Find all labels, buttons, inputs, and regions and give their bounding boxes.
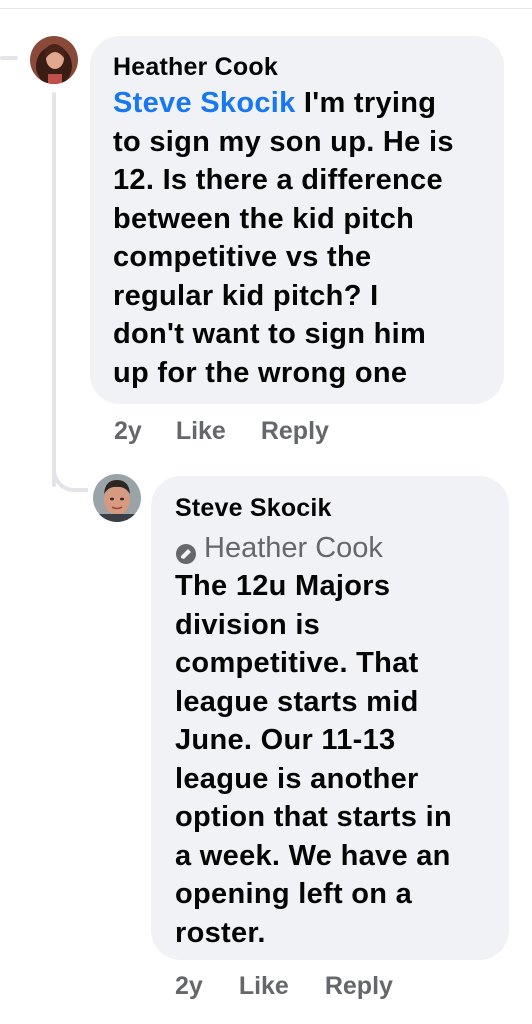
- comment-author[interactable]: Steve Skocik: [175, 493, 509, 523]
- comment-line: regular kid pitch? I: [113, 279, 379, 312]
- comment-line: 12. Is there a difference: [113, 164, 443, 196]
- comment-actions: 2y Like Reply: [175, 971, 393, 1001]
- comment-line: between the kid pitch: [113, 202, 415, 235]
- comment-line: competitive vs the: [113, 241, 372, 273]
- comment-line: opening left on a: [175, 878, 413, 910]
- steve-avatar-image: [93, 474, 141, 522]
- like-button[interactable]: Like: [239, 971, 289, 1001]
- comment-line: I'm trying: [295, 87, 437, 119]
- reply-to-name[interactable]: Heather Cook: [204, 529, 383, 567]
- reply-button[interactable]: Reply: [325, 971, 393, 1001]
- reply-to-tag[interactable]: Heather Cook: [175, 529, 509, 567]
- timestamp[interactable]: 2y: [175, 971, 203, 1001]
- reply-tag-icon: [175, 537, 197, 564]
- comment-bubble: Heather Cook Steve Skocik I'm trying to …: [90, 36, 504, 404]
- comment-line: up for the wrong one: [113, 356, 408, 389]
- comment-bubble: Steve Skocik Heather Cook The 12u Majors…: [151, 476, 509, 960]
- comment-line: June. Our 11-13: [175, 724, 396, 756]
- comment-text: The 12u Majors division is competitive. …: [175, 567, 509, 952]
- comment-line: don't want to sign him: [113, 318, 427, 350]
- reply-button[interactable]: Reply: [261, 416, 329, 446]
- comment-line: division is: [175, 608, 321, 641]
- thread-line: [52, 92, 56, 487]
- avatar[interactable]: [93, 474, 141, 522]
- comment-line: option that starts in: [175, 801, 452, 833]
- timestamp[interactable]: 2y: [114, 416, 142, 446]
- comment-line: The 12u Majors: [175, 570, 391, 602]
- heather-avatar-image: [30, 36, 78, 84]
- comment-actions: 2y Like Reply: [114, 416, 329, 446]
- comment-author[interactable]: Heather Cook: [113, 52, 504, 82]
- avatar[interactable]: [30, 36, 78, 84]
- comment-line: a week. We have an: [175, 839, 451, 872]
- top-divider: [0, 0, 532, 9]
- thread-connector-curve: [52, 440, 88, 492]
- comment-line: to sign my son up. He is: [113, 125, 454, 158]
- comment-text: Steve Skocik I'm trying to sign my son u…: [113, 84, 504, 392]
- thread-connector-top: [0, 56, 18, 60]
- mention-link[interactable]: Steve Skocik: [113, 87, 296, 119]
- comment-line: competitive. That: [175, 647, 419, 679]
- comment-line: league starts mid: [175, 685, 419, 718]
- comment-line: roster.: [175, 916, 266, 949]
- comment-line: league is another: [175, 762, 419, 795]
- like-button[interactable]: Like: [176, 416, 226, 446]
